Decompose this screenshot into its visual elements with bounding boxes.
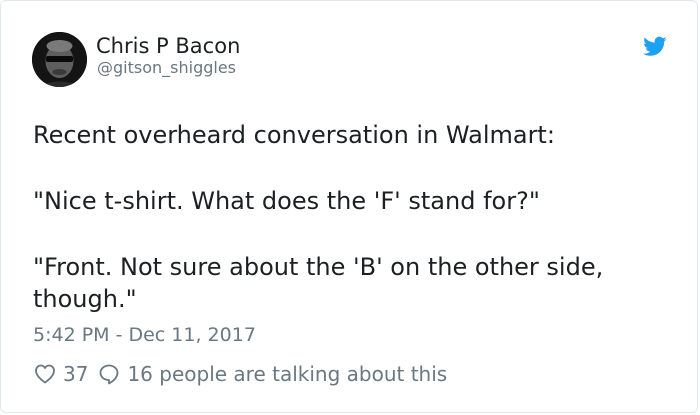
engagement-bar: 37 16 people are talking about this: [33, 359, 447, 389]
avatar-image: [32, 32, 87, 87]
tweet-paragraph: "Nice t-shirt. What does the 'F' stand f…: [33, 187, 540, 215]
avatar[interactable]: [32, 32, 87, 87]
conversation-link[interactable]: 16 people are talking about this: [127, 362, 447, 386]
heart-icon[interactable]: [33, 362, 57, 386]
twitter-bird-icon[interactable]: [642, 34, 668, 58]
tweet-timestamp[interactable]: 5:42 PM - Dec 11, 2017: [33, 323, 256, 347]
tweet-paragraph: Recent overheard conversation in Walmart…: [33, 121, 555, 149]
speech-bubble-icon[interactable]: [97, 362, 121, 386]
author-name[interactable]: Chris P Bacon: [96, 32, 240, 60]
tweet-card: Chris P Bacon @gitson_shiggles Recent ov…: [0, 0, 698, 413]
tweet-text: Recent overheard conversation in Walmart…: [33, 119, 673, 315]
like-count[interactable]: 37: [63, 362, 88, 386]
tweet-paragraph: "Front. Not sure about the 'B' on the ot…: [33, 253, 604, 313]
author-handle[interactable]: @gitson_shiggles: [97, 58, 236, 78]
